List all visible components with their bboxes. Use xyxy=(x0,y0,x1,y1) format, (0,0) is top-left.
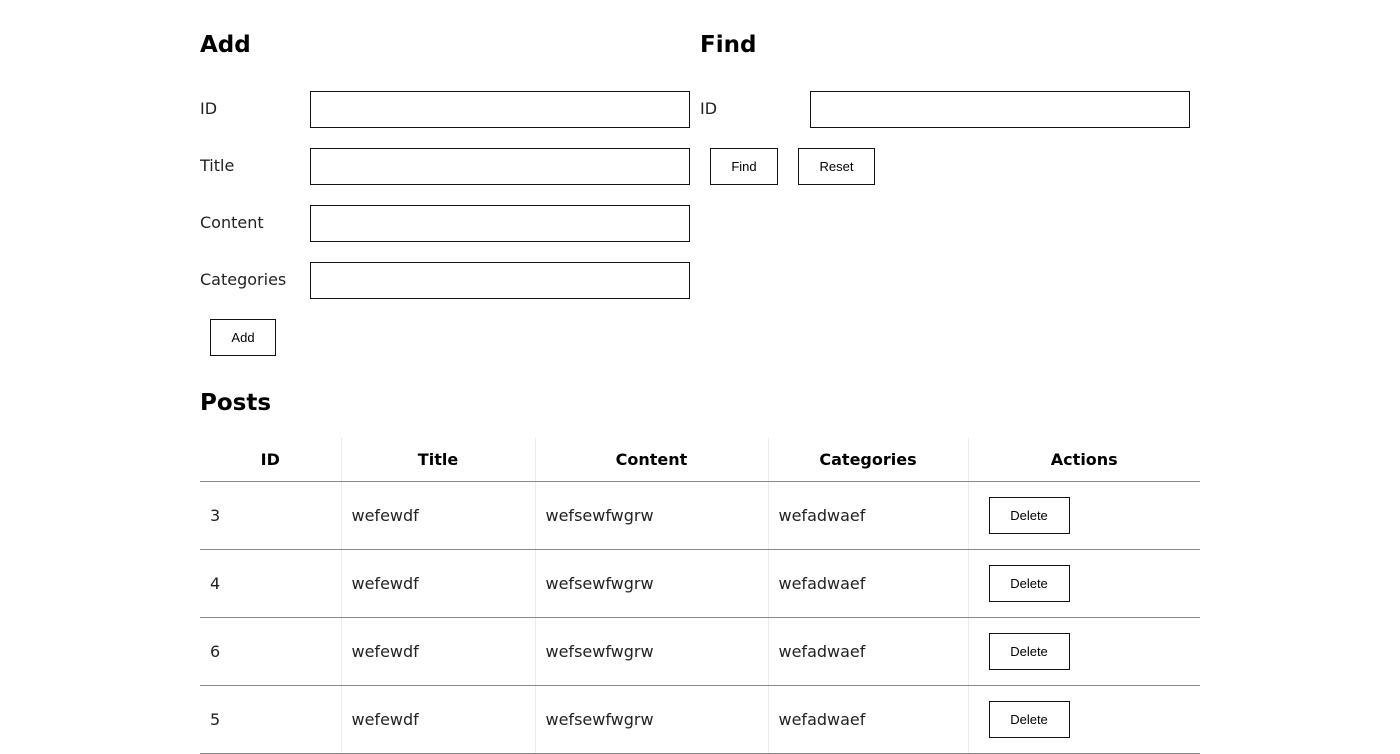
add-content-label: Content xyxy=(200,213,264,232)
cell-content: wefsewfwgrw xyxy=(534,481,768,550)
cell-categories: wefadwaef xyxy=(767,549,968,618)
cell-title: wefewdf xyxy=(340,617,535,686)
cell-categories: wefadwaef xyxy=(767,685,968,754)
column-header-content: Content xyxy=(534,438,768,482)
add-id-label: ID xyxy=(200,99,218,118)
cell-actions: Delete xyxy=(967,685,1200,754)
cell-content: wefsewfwgrw xyxy=(534,549,768,618)
cell-actions: Delete xyxy=(967,617,1200,686)
delete-button[interactable]: Delete xyxy=(988,701,1070,738)
cell-title: wefewdf xyxy=(340,549,535,618)
find-id-label: ID xyxy=(700,99,718,118)
cell-actions: Delete xyxy=(967,481,1200,550)
add-id-input[interactable] xyxy=(310,91,690,128)
add-categories-label: Categories xyxy=(200,270,287,289)
cell-content: wefsewfwgrw xyxy=(534,685,768,754)
cell-actions: Delete xyxy=(967,549,1200,618)
add-categories-input[interactable] xyxy=(310,262,690,299)
add-title-input[interactable] xyxy=(310,148,690,185)
cell-id: 3 xyxy=(200,481,341,550)
column-header-title: Title xyxy=(340,438,535,482)
posts-heading: Posts xyxy=(200,390,272,416)
cell-title: wefewdf xyxy=(340,481,535,550)
cell-categories: wefadwaef xyxy=(767,617,968,686)
cell-content: wefsewfwgrw xyxy=(534,617,768,686)
cell-id: 6 xyxy=(200,617,341,686)
add-button[interactable]: Add xyxy=(210,319,276,356)
table-row: 6 wefewdf wefsewfwgrw wefadwaef Delete xyxy=(200,617,1200,686)
add-content-input[interactable] xyxy=(310,205,690,242)
cell-categories: wefadwaef xyxy=(767,481,968,550)
cell-id: 5 xyxy=(200,685,341,754)
find-button[interactable]: Find xyxy=(710,148,778,185)
table-row: 4 wefewdf wefsewfwgrw wefadwaef Delete xyxy=(200,549,1200,618)
reset-button[interactable]: Reset xyxy=(798,148,875,185)
delete-button[interactable]: Delete xyxy=(988,633,1070,670)
table-header-row: ID Title Content Categories Actions xyxy=(200,438,1200,482)
delete-button[interactable]: Delete xyxy=(988,497,1070,534)
find-id-input[interactable] xyxy=(810,91,1190,128)
column-header-id: ID xyxy=(200,438,341,482)
add-title-label: Title xyxy=(200,156,235,175)
delete-button[interactable]: Delete xyxy=(988,565,1070,602)
column-header-categories: Categories xyxy=(767,438,968,482)
add-heading: Add xyxy=(200,32,251,58)
posts-table: ID Title Content Categories Actions 3 we… xyxy=(200,438,1200,754)
column-header-actions: Actions xyxy=(967,438,1200,482)
cell-title: wefewdf xyxy=(340,685,535,754)
table-row: 3 wefewdf wefsewfwgrw wefadwaef Delete xyxy=(200,481,1200,550)
table-row: 5 wefewdf wefsewfwgrw wefadwaef Delete xyxy=(200,685,1200,754)
find-heading: Find xyxy=(700,32,757,58)
cell-id: 4 xyxy=(200,549,341,618)
